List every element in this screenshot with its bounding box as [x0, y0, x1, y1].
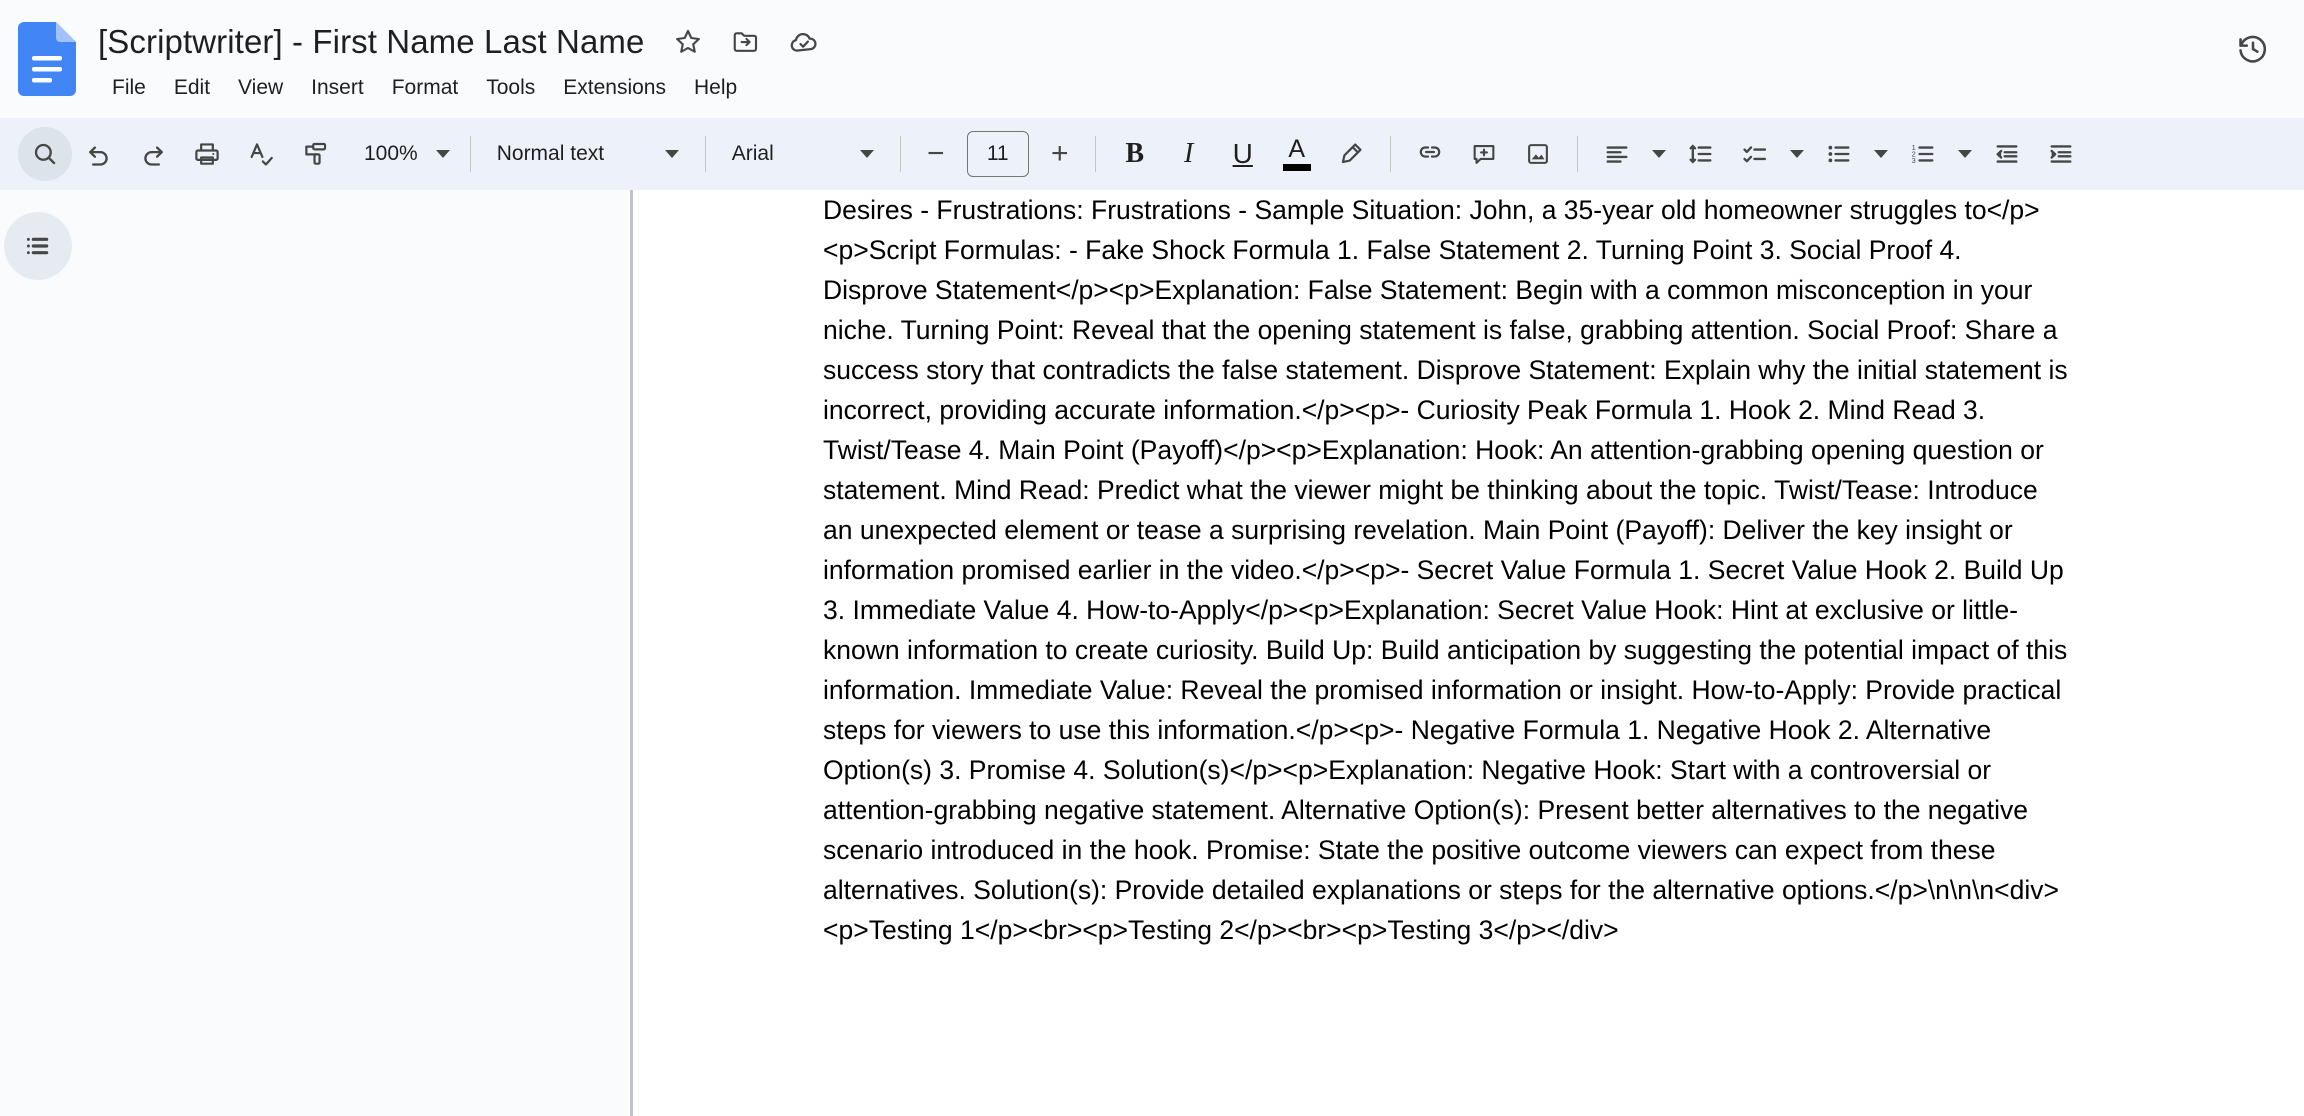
- checklist-dropdown-caret[interactable]: [1782, 127, 1812, 181]
- formatting-toolbar: 100% Normal text Arial − 11 + B I U A: [0, 118, 2304, 190]
- document-outline-icon[interactable]: [4, 212, 72, 280]
- menu-item-insert[interactable]: Insert: [297, 70, 378, 106]
- bold-label: B: [1125, 138, 1144, 170]
- menu-item-file[interactable]: File: [98, 70, 160, 106]
- redo-icon[interactable]: [126, 127, 180, 181]
- spellcheck-icon[interactable]: [234, 127, 288, 181]
- left-rail: [0, 190, 630, 1116]
- insert-image-icon[interactable]: [1511, 127, 1565, 181]
- toolbar-divider: [470, 136, 471, 172]
- bulleted-list-dropdown-caret[interactable]: [1866, 127, 1896, 181]
- decrease-font-size-button[interactable]: −: [913, 131, 959, 177]
- page-title[interactable]: [Scriptwriter] - First Name Last Name: [98, 22, 644, 62]
- zoom-level-dropdown[interactable]: 100%: [350, 129, 458, 179]
- chevron-down-icon: [1958, 150, 1972, 158]
- line-spacing-icon[interactable]: [1674, 127, 1728, 181]
- font-family-value: Arial: [732, 142, 774, 166]
- toolbar-divider: [1095, 136, 1096, 172]
- numbered-list-icon[interactable]: 1 2 3: [1896, 127, 1950, 181]
- align-left-icon[interactable]: [1590, 127, 1644, 181]
- search-icon[interactable]: [18, 127, 72, 181]
- toolbar-divider: [705, 136, 706, 172]
- toolbar-divider: [1390, 136, 1391, 172]
- text-color-button[interactable]: A: [1270, 127, 1324, 181]
- menu-item-format[interactable]: Format: [378, 70, 473, 106]
- chevron-down-icon: [1874, 150, 1888, 158]
- zoom-level-value: 100%: [364, 142, 418, 166]
- italic-label: I: [1184, 138, 1193, 170]
- chevron-down-icon: [665, 150, 679, 158]
- header-texts: [Scriptwriter] - First Name Last Name: [98, 18, 2304, 108]
- title-row: [Scriptwriter] - First Name Last Name: [98, 18, 2304, 66]
- bulleted-list-icon[interactable]: [1812, 127, 1866, 181]
- menu-item-extensions[interactable]: Extensions: [549, 70, 680, 106]
- document-workspace: Desires - Frustrations: Frustrations - S…: [0, 190, 2304, 1116]
- menu-bar: File Edit View Insert Format Tools Exten…: [98, 68, 2304, 108]
- underline-label: U: [1233, 138, 1253, 170]
- menu-item-tools[interactable]: Tools: [472, 70, 549, 106]
- print-icon[interactable]: [180, 127, 234, 181]
- numbered-list-dropdown-caret[interactable]: [1950, 127, 1980, 181]
- menu-item-edit[interactable]: Edit: [160, 70, 224, 106]
- star-icon[interactable]: [670, 24, 706, 60]
- app-header: [Scriptwriter] - First Name Last Name: [0, 0, 2304, 118]
- text-color-swatch: [1283, 164, 1311, 171]
- cloud-saved-icon[interactable]: [786, 24, 822, 60]
- paragraph-style-value: Normal text: [497, 142, 604, 166]
- italic-button[interactable]: I: [1162, 127, 1216, 181]
- decrease-indent-icon[interactable]: [1980, 127, 2034, 181]
- toolbar-divider: [1577, 136, 1578, 172]
- insert-link-icon[interactable]: [1403, 127, 1457, 181]
- paint-format-icon[interactable]: [288, 127, 342, 181]
- document-page[interactable]: Desires - Frustrations: Frustrations - S…: [630, 190, 2304, 1116]
- paragraph-style-dropdown[interactable]: Normal text: [483, 129, 693, 179]
- increase-font-size-button[interactable]: +: [1037, 131, 1083, 177]
- chevron-down-icon: [860, 150, 874, 158]
- version-history-icon[interactable]: [2224, 20, 2282, 78]
- underline-button[interactable]: U: [1216, 127, 1270, 181]
- menu-item-help[interactable]: Help: [680, 70, 751, 106]
- chevron-down-icon: [1790, 150, 1804, 158]
- undo-icon[interactable]: [72, 127, 126, 181]
- google-docs-logo[interactable]: [18, 22, 76, 96]
- font-size-stepper: − 11 +: [913, 131, 1083, 177]
- increase-indent-icon[interactable]: [2034, 127, 2088, 181]
- font-size-input[interactable]: 11: [967, 131, 1029, 177]
- toolbar-divider: [900, 136, 901, 172]
- menu-item-view[interactable]: View: [224, 70, 297, 106]
- bold-button[interactable]: B: [1108, 127, 1162, 181]
- checklist-icon[interactable]: [1728, 127, 1782, 181]
- align-dropdown-caret[interactable]: [1644, 127, 1674, 181]
- svg-text:3: 3: [1911, 156, 1915, 165]
- highlight-icon[interactable]: [1324, 127, 1378, 181]
- chevron-down-icon: [436, 150, 450, 158]
- move-to-folder-icon[interactable]: [728, 24, 764, 60]
- document-body-text[interactable]: Desires - Frustrations: Frustrations - S…: [823, 190, 2073, 950]
- text-color-label: A: [1288, 137, 1305, 162]
- add-comment-icon[interactable]: [1457, 127, 1511, 181]
- title-icons: [670, 24, 822, 60]
- chevron-down-icon: [1652, 150, 1666, 158]
- font-family-dropdown[interactable]: Arial: [718, 129, 888, 179]
